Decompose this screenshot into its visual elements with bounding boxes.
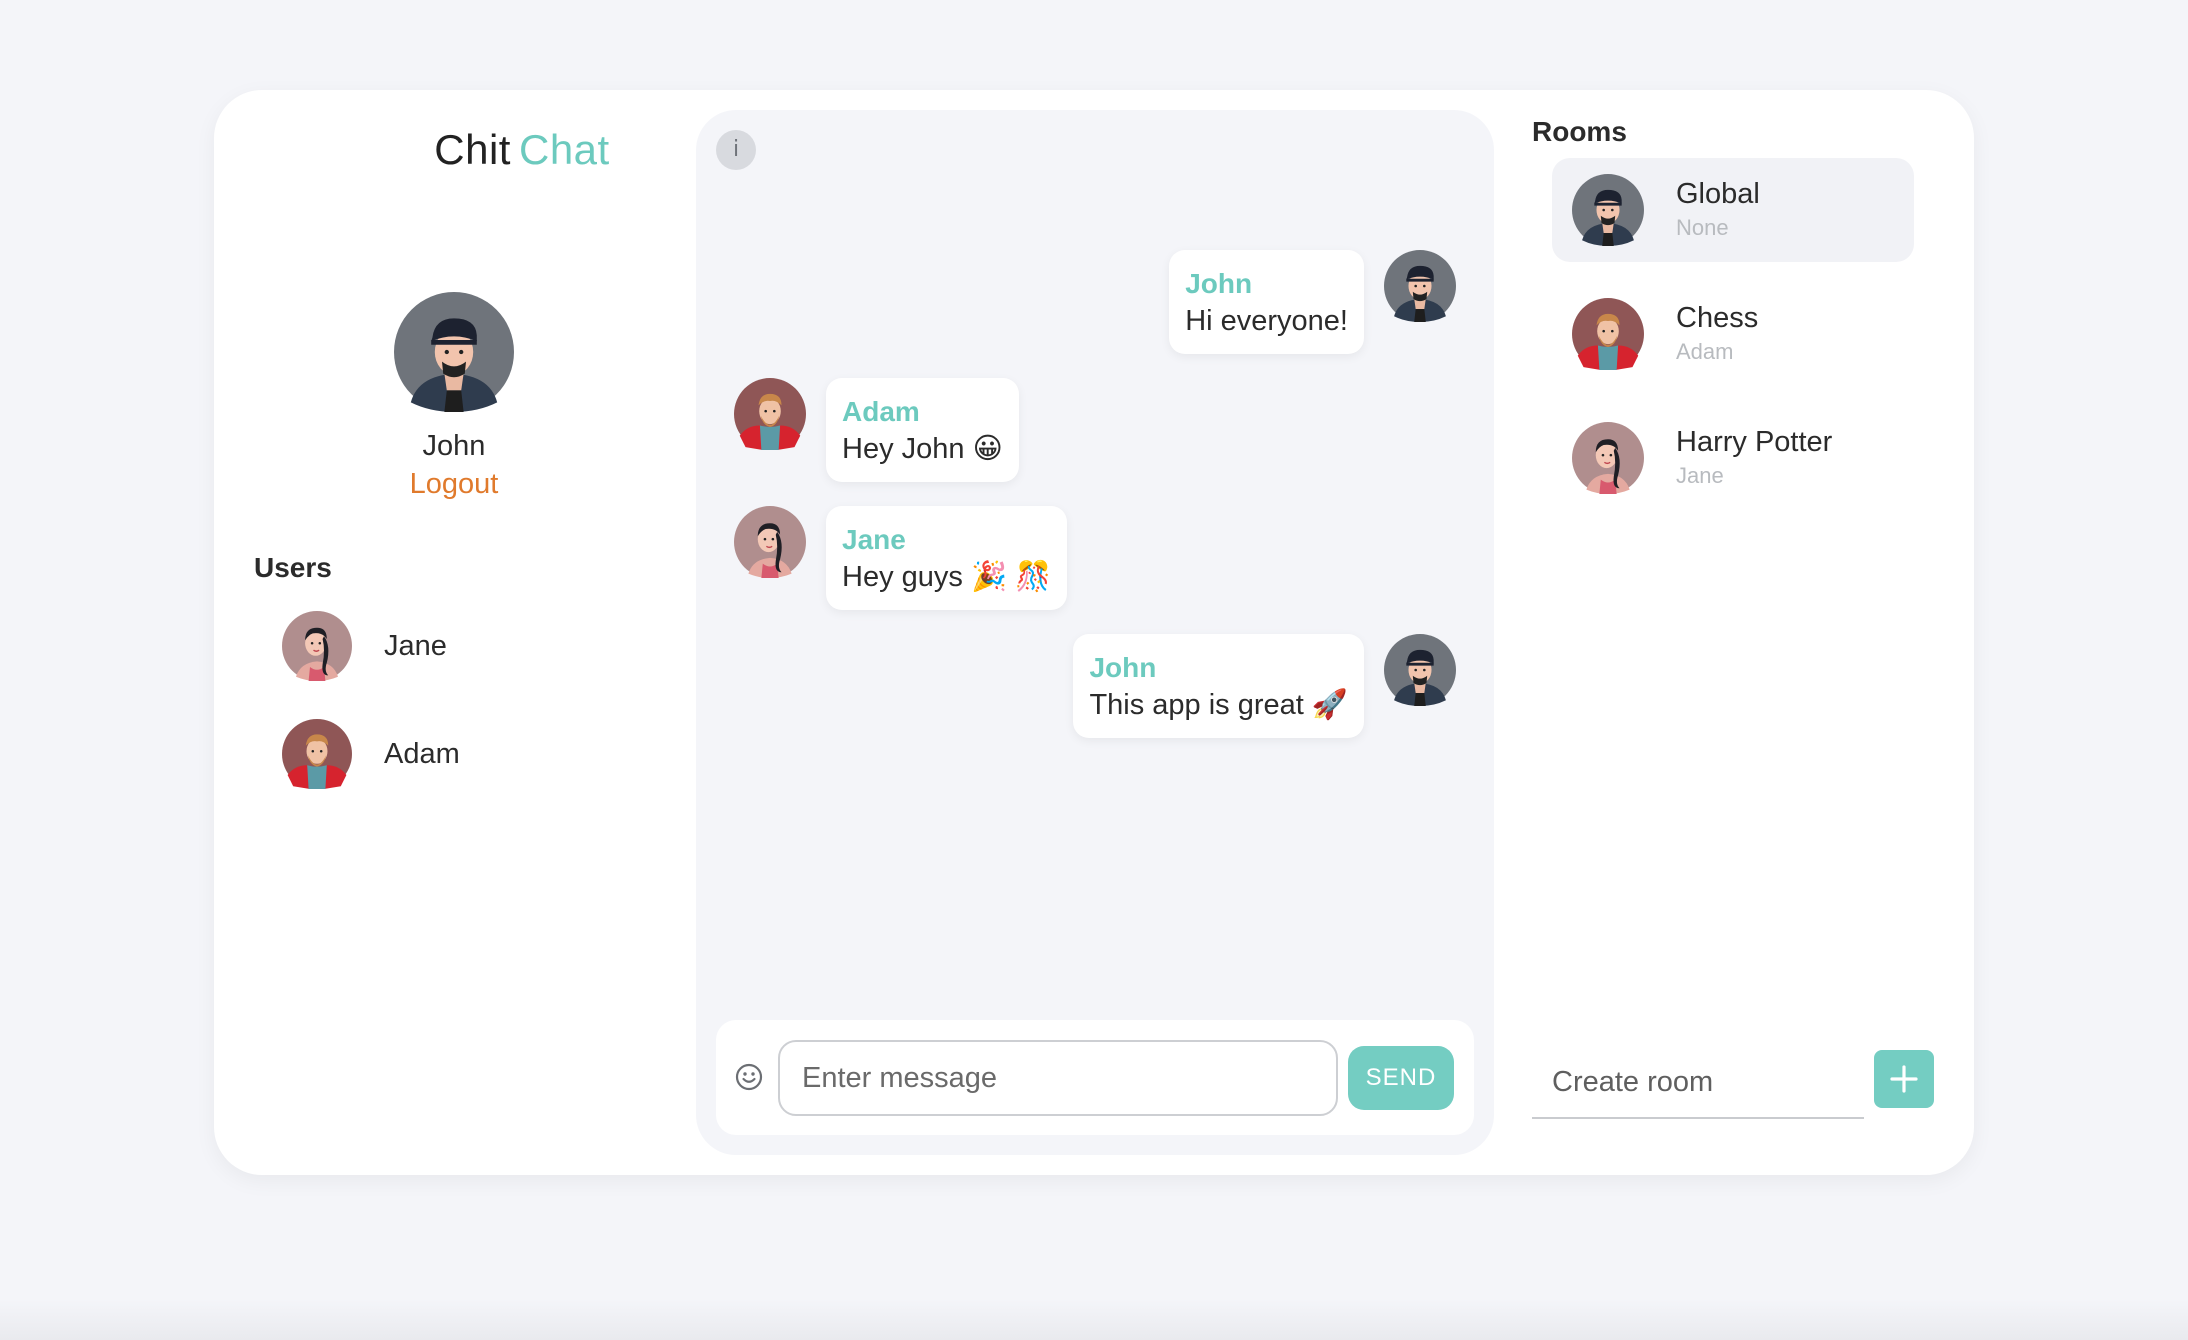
message-bubble: John Hi everyone! [1169,250,1364,354]
logout-link[interactable]: Logout [354,468,554,501]
room-item-harry-potter[interactable]: Harry Potter Jane [1552,406,1914,510]
message-item: Adam Hey John 😀 [734,378,1019,482]
room-item-global[interactable]: Global None [1552,158,1914,262]
room-name: Harry Potter [1676,426,1833,458]
user-item-adam[interactable]: Adam [282,718,642,790]
message-sender: Adam [842,396,920,427]
room-name: Chess [1676,302,1759,334]
message-sender: John [1089,652,1157,683]
adam-avatar-icon [734,378,806,450]
message-text: Hey guys 🎉 🎊 [842,561,1052,593]
brand-part-1: Chit [434,126,511,173]
message-composer: SEND [716,1020,1474,1135]
rooms-heading: Rooms [1532,116,1627,147]
info-icon[interactable]: i [716,130,756,170]
message-sender: Jane [842,524,906,555]
adam-avatar-icon [282,719,352,789]
john-avatar-icon [1384,634,1456,706]
room-owner: Adam [1676,339,1734,364]
john-avatar-icon [1572,174,1644,246]
brand-logo: Chit Chat [372,126,672,174]
adam-avatar-icon [1572,298,1644,370]
message-item: John This app is great 🚀 [1073,634,1456,738]
room-name: Global [1676,178,1760,210]
brand-part-2: Chat [518,126,610,173]
user-name: Adam [384,737,460,770]
john-avatar-icon [1384,250,1456,322]
message-bubble: John This app is great 🚀 [1073,634,1364,738]
message-bubble: Jane Hey guys 🎉 🎊 [826,506,1068,610]
message-item: Jane Hey guys 🎉 🎊 [734,506,1068,610]
user-name: Jane [384,629,447,662]
app-card: Chit Chat John Logout Users Jane Adam i J… [214,90,1974,1175]
message-sender: John [1185,268,1253,299]
room-owner: Jane [1676,463,1724,488]
user-item-jane[interactable]: Jane [282,610,642,682]
users-heading: Users [254,552,332,583]
jane-avatar-icon [282,611,352,681]
plus-icon [1890,1065,1918,1093]
room-owner: None [1676,215,1729,240]
jane-avatar-icon [1572,422,1644,494]
bottom-shade [0,1300,2188,1340]
chat-panel: i John Hi everyone! Adam Hey John 😀 Jane… [696,110,1494,1155]
jane-avatar-icon [734,506,806,578]
message-input[interactable] [778,1040,1338,1116]
room-item-chess[interactable]: Chess Adam [1552,282,1914,386]
create-room-input[interactable] [1532,1047,1864,1119]
send-button[interactable]: SEND [1348,1046,1454,1110]
message-text: Hey John 😀 [842,433,1003,465]
message-item: John Hi everyone! [1169,250,1456,354]
john-avatar-icon [394,292,514,412]
message-text: This app is great 🚀 [1089,689,1348,721]
message-bubble: Adam Hey John 😀 [826,378,1019,482]
smiley-icon[interactable] [734,1062,764,1092]
message-text: Hi everyone! [1185,305,1348,337]
profile-name: John [422,430,486,462]
add-room-button[interactable] [1874,1050,1934,1108]
